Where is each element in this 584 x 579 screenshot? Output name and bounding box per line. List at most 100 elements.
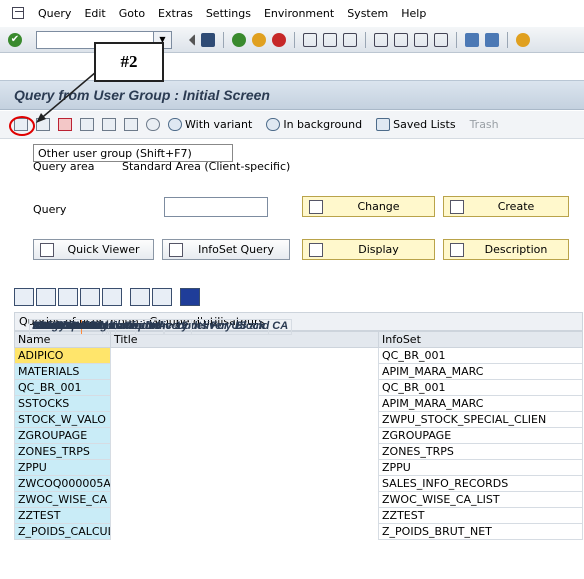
trash-icon[interactable] (80, 118, 94, 131)
toolbar-separator (294, 31, 295, 48)
cell-name[interactable]: SSTOCKS (14, 395, 111, 412)
cell-infoset[interactable]: ZONES_TRPS (378, 443, 583, 460)
system-menu-icon[interactable] (12, 7, 24, 19)
menu-settings[interactable]: Settings (206, 7, 251, 20)
back-icon[interactable] (232, 32, 246, 47)
cell-name[interactable]: STOCK_W_VALO (14, 411, 111, 428)
print-icon[interactable] (130, 288, 150, 306)
cell-name[interactable]: ZZTEST (14, 507, 111, 524)
filter-icon[interactable] (102, 288, 122, 306)
find-icon[interactable] (323, 32, 337, 47)
save-icon[interactable] (201, 32, 215, 47)
cell-infoset[interactable]: APIM_MARA_MARC (378, 363, 583, 380)
saved-lists-icon (376, 118, 391, 131)
saved-lists-button[interactable]: Saved Lists (376, 118, 456, 131)
execute-icon[interactable] (146, 118, 160, 131)
toolbar-separator (507, 31, 508, 48)
table-row[interactable]: ZONES_TRPS Liste zones de transport ZONES_… (14, 318, 583, 460)
shortcut-icon[interactable] (485, 32, 499, 47)
menu-environment[interactable]: Environment (264, 7, 334, 20)
toolbar-separator (223, 31, 224, 48)
saved-lists-label: Saved Lists (393, 118, 456, 131)
cell-infoset[interactable]: SALES_INFO_RECORDS (378, 475, 583, 492)
execute-icon[interactable] (58, 118, 72, 131)
change-button[interactable]: Change (302, 196, 435, 217)
table-row[interactable]: ZZTEST test Novecare ZZTEST (14, 318, 583, 524)
cell-infoset[interactable]: ZZTEST (378, 507, 583, 524)
cell-name[interactable]: ZWOC_WISE_CA (14, 491, 111, 508)
menu-query[interactable]: Query (38, 7, 71, 20)
cell-infoset[interactable]: ZPPU (378, 459, 583, 476)
table-row[interactable]: ADIPICO ADIPICO QC_BR_001 (14, 318, 583, 364)
first-page-icon[interactable] (374, 32, 388, 47)
next-page-icon[interactable] (414, 32, 428, 47)
menu-help[interactable]: Help (401, 7, 426, 20)
column-header-infoset[interactable]: InfoSet (378, 331, 583, 348)
query-input[interactable] (164, 197, 268, 217)
cell-infoset[interactable]: QC_BR_001 (378, 347, 583, 364)
cell-name[interactable]: MATERIALS (14, 363, 111, 380)
help-icon[interactable] (516, 32, 530, 47)
toolbar-separator (456, 31, 457, 48)
table-row[interactable]: ZWCOQ000005AP SALES INFO SALES_INFO_RECORD… (14, 318, 583, 492)
table-row[interactable]: ZPPU Extraction PPU ZPPU (14, 318, 583, 476)
cancel-icon[interactable] (272, 32, 286, 47)
quick-viewer-button[interactable]: Quick Viewer (33, 239, 154, 260)
cell-name[interactable]: Z_POIDS_CALCUL (14, 523, 111, 540)
cell-name[interactable]: ZWCOQ000005AP (14, 475, 111, 492)
find-next-icon[interactable] (80, 288, 100, 306)
cell-infoset[interactable]: APIM_MARA_MARC (378, 395, 583, 412)
cell-infoset[interactable]: QC_BR_001 (378, 379, 583, 396)
change-label: Change (357, 200, 400, 213)
table-row[interactable]: SSTOCKS Safety stocks APIM_MARA_MARC (14, 318, 583, 412)
table-row[interactable]: Z_POIDS_CALCUL Weight calculation in Deli… (14, 318, 583, 540)
last-page-icon[interactable] (434, 32, 448, 47)
menu-goto[interactable]: Goto (119, 7, 145, 20)
menu-extras[interactable]: Extras (158, 7, 193, 20)
tooltip: Other user group (Shift+F7) (33, 144, 233, 162)
table-row[interactable]: ZGROUPAGE List of sales order with the 19… (14, 318, 583, 444)
previous-page-icon[interactable] (394, 32, 408, 47)
cell-title[interactable]: Weight calculation in Delivery (28, 318, 193, 335)
table-row[interactable]: MATERIALS Material down load APIM_MARA_MAR… (14, 318, 583, 380)
cell-name[interactable]: ADIPICO (14, 347, 111, 364)
back-arrow-icon[interactable] (183, 33, 195, 46)
table-icon[interactable] (124, 118, 138, 131)
info-icon[interactable] (180, 288, 200, 306)
infoset-query-button[interactable]: InfoSet Query (162, 239, 290, 260)
cell-name[interactable]: QC_BR_001 (14, 379, 111, 396)
new-document-icon (450, 199, 464, 214)
table-row[interactable]: ZWOC_WISE_CA Liste of changed Credit Acco… (14, 318, 583, 508)
enter-check-icon[interactable]: ✔ (8, 32, 22, 47)
with-variant-button[interactable]: With variant (168, 118, 252, 131)
description-button[interactable]: Description (443, 239, 569, 260)
cell-name[interactable]: ZPPU (14, 459, 111, 476)
layout-icon[interactable] (152, 288, 172, 306)
trash-button[interactable]: Trash (470, 118, 499, 131)
table-body: ADIPICO ADIPICO QC_BR_001 MATERIALS Material… (14, 318, 583, 540)
cell-name[interactable]: ZGROUPAGE (14, 427, 111, 444)
copy-icon[interactable] (102, 118, 116, 131)
pencil-icon (309, 199, 323, 214)
in-background-button[interactable]: In background (266, 118, 362, 131)
table-row[interactable]: STOCK_W_VALO Stock spécial W valorisé ZWPU… (14, 318, 583, 428)
cell-name[interactable]: ZONES_TRPS (14, 443, 111, 460)
menu-edit[interactable]: Edit (84, 7, 105, 20)
display-button[interactable]: Display (302, 239, 435, 260)
cell-infoset[interactable]: Z_POIDS_BRUT_NET (378, 523, 583, 540)
find-icon[interactable] (58, 288, 78, 306)
menu-system[interactable]: System (347, 7, 388, 20)
sort-descending-icon[interactable] (36, 288, 56, 306)
doc-icon[interactable] (36, 118, 50, 131)
find-next-icon[interactable] (343, 32, 357, 47)
screen-title-bar: Query from User Group : Initial Screen (0, 80, 584, 110)
print-icon[interactable] (303, 32, 317, 47)
new-session-icon[interactable] (465, 32, 479, 47)
cell-infoset[interactable]: ZWPU_STOCK_SPECIAL_CLIEN (378, 411, 583, 428)
cell-infoset[interactable]: ZWOC_WISE_CA_LIST (378, 491, 583, 508)
cell-infoset[interactable]: ZGROUPAGE (378, 427, 583, 444)
exit-icon[interactable] (252, 32, 266, 47)
table-row[interactable]: QC_BR_001 Plano Analítico QC_BR_001 (14, 318, 583, 396)
sort-ascending-icon[interactable] (14, 288, 34, 306)
create-button[interactable]: Create (443, 196, 569, 217)
